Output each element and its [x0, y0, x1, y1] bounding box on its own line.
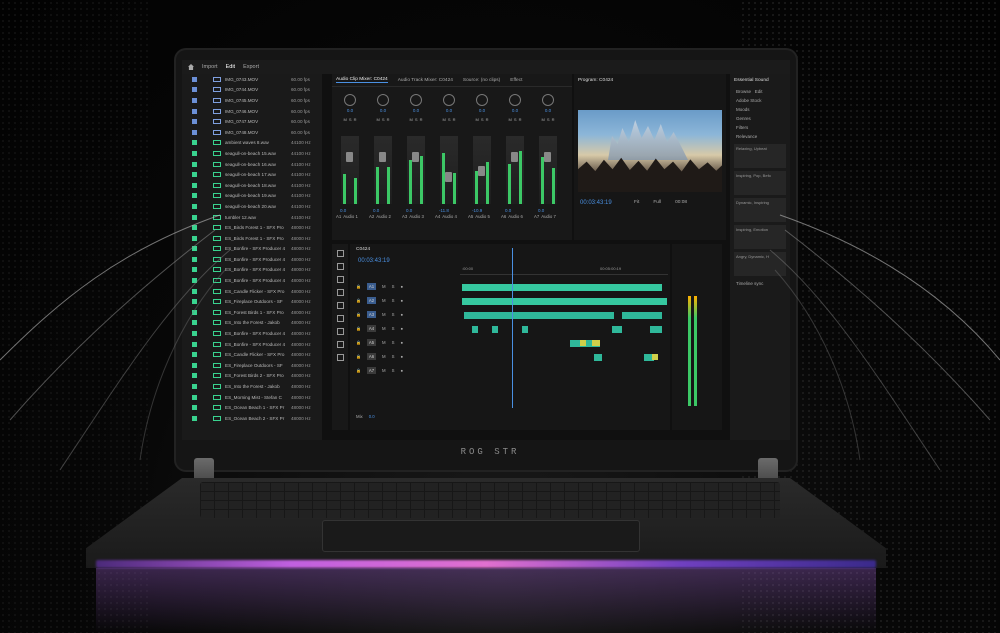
- decorative-swirl-lines: [0, 214, 1000, 471]
